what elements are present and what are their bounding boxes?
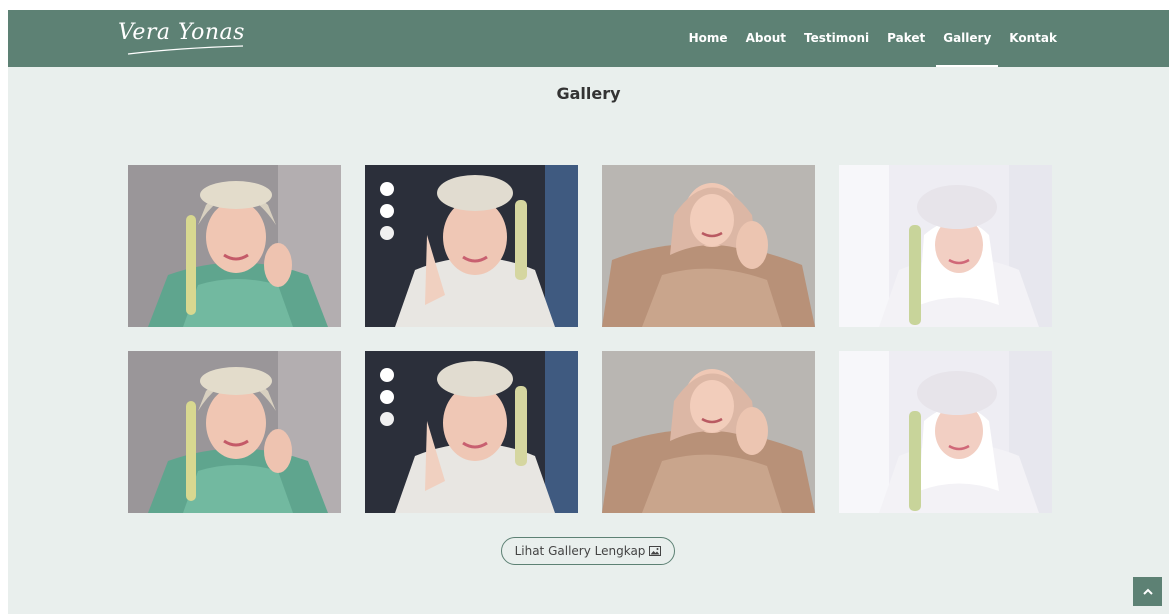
gallery-photo[interactable] <box>839 351 1052 513</box>
view-full-gallery-label: Lihat Gallery Lengkap <box>514 544 646 558</box>
gallery-photo[interactable] <box>602 351 815 513</box>
nav-paket[interactable]: Paket <box>887 10 925 67</box>
nav-testimoni[interactable]: Testimoni <box>804 10 869 67</box>
scroll-to-top-button[interactable] <box>1133 577 1162 606</box>
navbar: Vera Yonas Home About Testimoni Paket Ga… <box>8 10 1169 67</box>
gallery-photo[interactable] <box>602 165 815 327</box>
gallery-photo[interactable] <box>128 351 341 513</box>
brand-logo[interactable]: Vera Yonas <box>118 20 258 58</box>
gallery-photo[interactable] <box>839 165 1052 327</box>
image-icon <box>649 546 662 556</box>
gallery-photo[interactable] <box>365 351 578 513</box>
gallery-grid <box>128 165 1053 513</box>
page: Vera Yonas Home About Testimoni Paket Ga… <box>8 10 1169 614</box>
main-nav: Home About Testimoni Paket Gallery Konta… <box>689 10 1057 67</box>
nav-kontak[interactable]: Kontak <box>1009 10 1057 67</box>
view-full-gallery-button[interactable]: Lihat Gallery Lengkap <box>501 537 675 565</box>
chevron-up-icon <box>1142 588 1153 595</box>
gallery-photo[interactable] <box>128 165 341 327</box>
gallery-photo[interactable] <box>365 165 578 327</box>
logo-underline <box>127 45 244 55</box>
nav-gallery[interactable]: Gallery <box>936 10 999 67</box>
nav-home[interactable]: Home <box>689 10 728 67</box>
gallery-title: Gallery <box>556 84 621 103</box>
nav-about[interactable]: About <box>746 10 786 67</box>
